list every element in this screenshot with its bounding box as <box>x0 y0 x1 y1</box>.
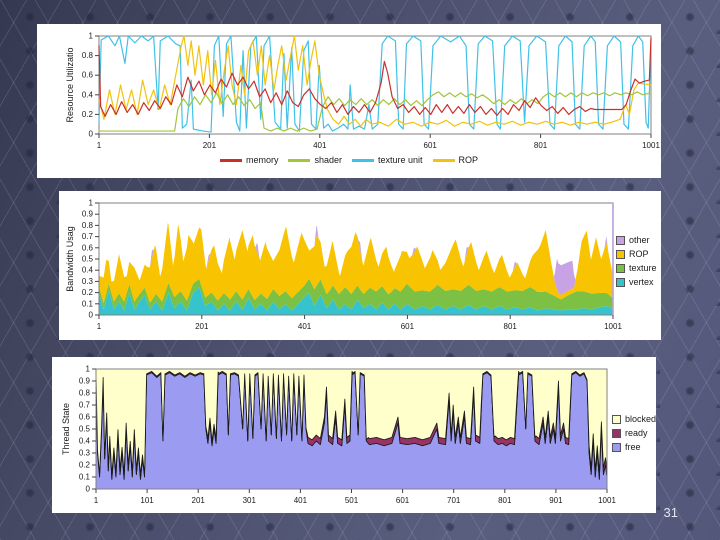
x-tick-label: 801 <box>534 141 548 150</box>
x-tick-label: 401 <box>294 496 308 505</box>
x-tick-label: 101 <box>140 496 154 505</box>
y-tick-label: 1 <box>89 32 94 41</box>
x-tick-label: 501 <box>345 496 359 505</box>
x-tick-label: 1 <box>94 496 99 505</box>
y-tick-label: 0.2 <box>79 461 91 470</box>
legend-label: texture unit <box>378 155 423 165</box>
y-tick-label: 0 <box>86 485 91 494</box>
x-tick-label: 1001 <box>604 322 622 331</box>
y-tick-label: 0.6 <box>82 71 94 80</box>
free-swatch <box>612 442 621 452</box>
legend-label: memory <box>245 155 279 165</box>
other-swatch <box>616 235 625 245</box>
legend-label: ROP <box>629 249 649 259</box>
y-tick-label: 0.4 <box>79 437 91 446</box>
y-tick-label: 0.4 <box>82 90 94 99</box>
legend-item-ROP: ROP <box>432 155 479 165</box>
y-tick-label: 0.3 <box>79 449 91 458</box>
page-number: 31 <box>663 505 678 520</box>
slide-background: Resource Utilizatio 1 0.8 0.6 0.4 0.2 0 1 201 40… <box>0 0 720 540</box>
x-tick-label: 1 <box>97 141 102 150</box>
y-tick-label: 0.5 <box>79 425 91 434</box>
y-tick-label: 0.5 <box>82 255 94 264</box>
y-tick-label: 0.2 <box>82 110 94 119</box>
x-tick-label: 1001 <box>642 141 660 150</box>
y-tick-label: 0.8 <box>79 389 91 398</box>
blocked-swatch <box>612 414 621 424</box>
legend-label: ROP <box>458 155 479 165</box>
x-tick-label: 1001 <box>598 496 616 505</box>
x-tick-label: 201 <box>203 141 217 150</box>
y-tick-label: 1 <box>86 365 91 374</box>
legend-label: free <box>625 442 641 452</box>
legend-item-texture-unit: texture unit <box>352 155 423 165</box>
legend-label: texture <box>629 263 657 273</box>
y-tick-label: 0 <box>89 130 94 139</box>
x-tick-label: 601 <box>424 141 438 150</box>
x-tick-label: 401 <box>298 322 312 331</box>
thread-state-legend: blocked ready free <box>612 414 656 452</box>
y-tick-label: 1 <box>89 199 94 208</box>
legend-label: shader <box>314 155 342 165</box>
ROP-swatch <box>432 158 455 162</box>
y-tick-label: 0.7 <box>82 232 94 241</box>
legend-label: ready <box>625 428 648 438</box>
x-tick-label: 801 <box>498 496 512 505</box>
ready-swatch <box>612 428 621 438</box>
y-tick-label: 0 <box>89 311 94 320</box>
vertex-swatch <box>616 277 625 287</box>
y-tick-label: 0.1 <box>79 473 91 482</box>
x-tick-label: 601 <box>396 496 410 505</box>
x-tick-label: 1 <box>97 322 102 331</box>
thread-state-chart: 10.90.80.70.60.50.40.30.20.101 101 201 301 4… <box>79 365 617 506</box>
legend-item-ready: ready <box>612 428 656 438</box>
y-tick-label: 0.1 <box>82 299 94 308</box>
y-tick-label: 0.4 <box>82 266 94 275</box>
x-tick-label: 201 <box>192 496 206 505</box>
legend-item-free: free <box>612 442 656 452</box>
y-tick-label: 0.6 <box>79 413 91 422</box>
bandwidth-usage-chart-panel: Bandwidth Usag 1 0.9 0.8 0.7 0.6 0.5 0.4 0.3 0.2… <box>59 191 661 340</box>
x-tick-label: 701 <box>447 496 461 505</box>
x-tick-label: 201 <box>195 322 209 331</box>
legend-item-shader: shader <box>288 155 342 165</box>
y-tick-label: 0.6 <box>82 243 94 252</box>
texture-unit-swatch <box>352 158 374 162</box>
ROP-swatch <box>616 249 625 259</box>
thread-state-chart-panel: Thread State 1 0.9 0.8 0.7 0.6 0.5 0.4 0.3 0.2 0.… <box>52 357 656 513</box>
legend-item-other: other <box>616 235 657 245</box>
memory-swatch <box>219 158 242 162</box>
x-tick-label: 801 <box>504 322 518 331</box>
x-tick-label: 301 <box>243 496 257 505</box>
legend-item-vertex: vertex <box>616 277 657 287</box>
y-tick-label: 0.3 <box>82 277 94 286</box>
bandwidth-usage-legend: other ROP texture vertex <box>616 235 657 287</box>
resource-utilization-chart-panel: Resource Utilizatio 1 0.8 0.6 0.4 0.2 0 1 201 40… <box>37 24 661 178</box>
legend-label: other <box>629 235 650 245</box>
legend-item-texture: texture <box>616 263 657 273</box>
y-tick-label: 0.2 <box>82 288 94 297</box>
y-tick-label: 0.8 <box>82 51 94 60</box>
legend-item-blocked: blocked <box>612 414 656 424</box>
y-tick-label: 0.9 <box>79 377 91 386</box>
y-tick-label: 0.8 <box>82 221 94 230</box>
x-tick-label: 401 <box>313 141 327 150</box>
y-tick-label: 0.9 <box>82 210 94 219</box>
legend-item-ROP: ROP <box>616 249 657 259</box>
shader-swatch <box>288 158 311 162</box>
x-tick-label: 601 <box>401 322 415 331</box>
y-tick-label: 0.7 <box>79 401 91 410</box>
legend-label: blocked <box>625 414 657 424</box>
legend-label: vertex <box>629 277 654 287</box>
x-tick-label: 901 <box>549 496 563 505</box>
resource-utilization-legend: memory shader texture unit ROP <box>37 155 661 165</box>
legend-item-memory: memory <box>219 155 279 165</box>
bandwidth-usage-chart: 10.90.80.70.60.50.40.30.20.101 201 401 601 8… <box>82 199 623 332</box>
texture-swatch <box>616 263 625 273</box>
